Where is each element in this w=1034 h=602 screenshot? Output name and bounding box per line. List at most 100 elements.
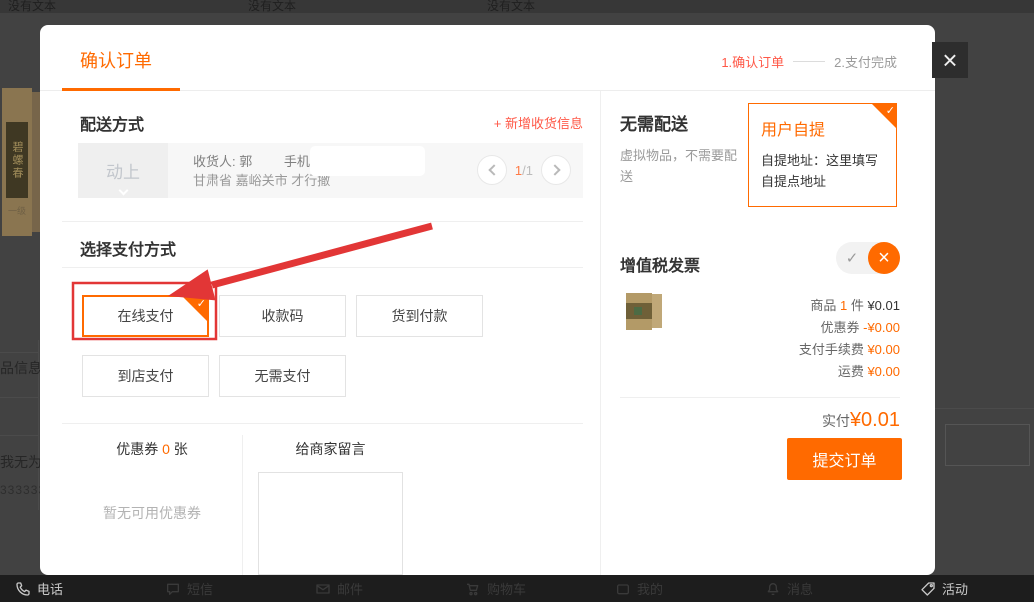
delivery-section-title: 配送方式 xyxy=(80,111,144,135)
page-bottom-toolbar: 电话 短信 邮件 购物车 我的 消息 活动 xyxy=(0,575,1034,602)
dimmed-divider xyxy=(0,435,38,436)
carrier-select[interactable]: 动上 xyxy=(78,143,168,198)
close-icon: × xyxy=(942,47,957,73)
invoice-yes-check-icon[interactable]: ✓ xyxy=(836,242,868,274)
step-separator xyxy=(793,61,825,62)
tag-icon xyxy=(920,581,936,597)
payment-option-cod[interactable]: 货到付款 xyxy=(356,295,483,337)
summary-shipping-row: 运费 ¥0.00 xyxy=(600,361,900,383)
next-address-button[interactable] xyxy=(541,155,571,185)
toolbar-item-label: 邮件 xyxy=(337,579,363,598)
invoice-section-title: 增值税发票 xyxy=(620,252,700,276)
dimmed-text-fragment: 我无为 xyxy=(0,452,42,472)
item-count: 1 xyxy=(840,298,847,313)
add-address-link[interactable]: + 新增收货信息 xyxy=(494,113,583,132)
toolbar-item-label: 消息 xyxy=(787,579,813,598)
chevron-left-icon xyxy=(488,164,499,175)
phone-icon xyxy=(15,581,31,597)
section-divider xyxy=(62,423,583,424)
no-delivery-option-desc: 虚拟物品，不需要配送 xyxy=(620,145,740,187)
summary-fee-row: 支付手续费 ¥0.00 xyxy=(600,339,900,361)
selected-check-icon: ✓ xyxy=(182,296,208,322)
dimmed-panel-outline xyxy=(945,424,1030,466)
prev-address-button[interactable] xyxy=(477,155,507,185)
mail-icon xyxy=(315,581,331,597)
total-amount: ¥0.01 xyxy=(850,409,900,431)
address-card[interactable]: 动上 收货人: 郭 手机: 甘肃省 嘉峪关市 才行撒 1/1 xyxy=(78,143,583,198)
section-divider xyxy=(62,267,583,268)
summary-items-row: 商品 1 件 ¥0.01 xyxy=(600,295,900,317)
coupon-empty-text: 暂无可用优惠券 xyxy=(62,503,242,523)
modal-header: 确认订单 1.确认订单 2.支付完成 xyxy=(40,25,935,91)
coupon-section-title: 优惠券 0 张 xyxy=(62,439,242,459)
address-text: 甘肃省 嘉峪关市 才行撒 xyxy=(193,171,330,190)
toolbar-item-messages[interactable]: 消息 xyxy=(765,575,813,602)
toolbar-item-sms[interactable]: 短信 xyxy=(165,575,213,602)
payment-option-qrcode[interactable]: 收款码 xyxy=(219,295,346,337)
total-label: 实付 xyxy=(822,413,850,429)
payment-option-label: 收款码 xyxy=(262,306,304,326)
merchant-message-title: 给商家留言 xyxy=(258,439,403,459)
self-pickup-option[interactable]: 用户自提 自提地址：这里填写自提点地址 ✓ xyxy=(748,103,897,207)
toolbar-item-cart[interactable]: 购物车 xyxy=(465,575,526,602)
chevron-down-icon xyxy=(119,186,129,196)
chevron-right-icon xyxy=(549,164,560,175)
toolbar-item-phone[interactable]: 电话 xyxy=(15,575,63,602)
title-active-underline xyxy=(62,88,180,91)
shipping-fee: ¥0.00 xyxy=(867,364,900,379)
page-title: 确认订单 xyxy=(80,47,152,73)
selected-check-icon: ✓ xyxy=(871,103,897,129)
toolbar-item-label: 短信 xyxy=(187,579,213,598)
toolbar-item-label: 我的 xyxy=(637,579,663,598)
cart-icon xyxy=(465,581,481,597)
payment-option-label: 到店支付 xyxy=(118,366,174,386)
coupon-discount: -¥0.00 xyxy=(863,320,900,335)
receiver-label: 收货人: 郭 xyxy=(193,154,252,169)
bell-icon xyxy=(765,581,781,597)
payment-option-online[interactable]: 在线支付 ✓ xyxy=(82,295,209,337)
order-summary: 商品 1 件 ¥0.01 优惠券 -¥0.00 支付手续费 ¥0.00 运费 ¥… xyxy=(600,295,900,383)
close-modal-button[interactable]: × xyxy=(932,42,968,78)
dimmed-divider xyxy=(935,408,1034,409)
tea-package-label: 碧螺春 xyxy=(9,141,25,180)
coupon-count: 0 xyxy=(162,441,170,457)
folder-icon xyxy=(615,581,631,597)
column-divider xyxy=(242,435,243,575)
invoice-toggle[interactable]: ✓ × xyxy=(836,242,900,274)
item-price: ¥0.01 xyxy=(867,298,900,313)
toolbar-item-label: 购物车 xyxy=(487,579,526,598)
payment-option-none[interactable]: 无需支付 xyxy=(219,355,346,397)
invoice-no-x-icon[interactable]: × xyxy=(868,242,900,274)
chat-icon xyxy=(165,581,181,597)
dimmed-top-text: 没有文本 xyxy=(248,0,296,13)
checkout-steps: 1.确认订单 2.支付完成 xyxy=(721,52,897,71)
dimmed-divider xyxy=(0,352,38,353)
payment-option-label: 无需支付 xyxy=(255,366,311,386)
dimmed-top-text: 没有文本 xyxy=(487,0,535,13)
payment-section-title: 选择支付方式 xyxy=(80,236,176,260)
merchant-message-input[interactable] xyxy=(258,472,403,575)
confirm-order-modal: 确认订单 1.确认订单 2.支付完成 配送方式 + 新增收货信息 动上 收货人:… xyxy=(40,25,935,575)
toolbar-item-activity[interactable]: 活动 xyxy=(920,575,968,602)
self-pickup-title: 用户自提 xyxy=(761,116,884,140)
address-pager: 1/1 xyxy=(477,155,571,185)
toolbar-item-label: 活动 xyxy=(942,579,968,598)
no-delivery-option-title[interactable]: 无需配送 xyxy=(620,110,688,135)
tea-package-grade: 一级 xyxy=(2,204,32,217)
toolbar-item-mail[interactable]: 邮件 xyxy=(315,575,363,602)
step-confirm-order: 1.确认订单 xyxy=(721,52,784,71)
step-payment-done: 2.支付完成 xyxy=(834,52,897,71)
payment-option-instore[interactable]: 到店支付 xyxy=(82,355,209,397)
payment-option-label: 货到付款 xyxy=(392,306,448,326)
payment-option-label: 在线支付 xyxy=(118,306,174,326)
toolbar-item-mine[interactable]: 我的 xyxy=(615,575,663,602)
submit-order-button[interactable]: 提交订单 xyxy=(787,438,902,480)
dimmed-top-text: 没有文本 xyxy=(8,0,56,13)
dimmed-text-fragment: 品信息 xyxy=(0,358,42,378)
toolbar-item-label: 电话 xyxy=(37,579,63,598)
grand-total-row: 实付¥0.01 xyxy=(600,409,900,432)
self-pickup-desc: 自提地址：这里填写自提点地址 xyxy=(761,150,884,192)
section-divider xyxy=(62,221,583,222)
summary-divider xyxy=(620,397,900,398)
pager-count: 1/1 xyxy=(515,163,533,178)
